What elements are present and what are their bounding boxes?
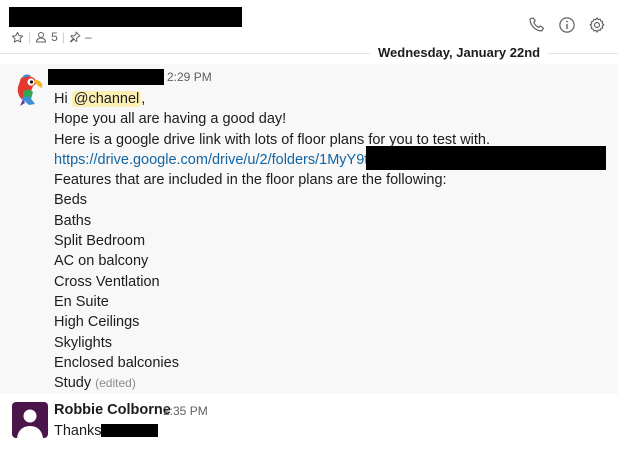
avatar[interactable] (12, 402, 48, 438)
message-time[interactable]: 2:35 PM (163, 404, 208, 418)
features-intro: Features that are included in the floor … (54, 172, 447, 189)
channel-mention[interactable]: @channel (71, 91, 142, 107)
message[interactable]: Robbie Colborne 2:35 PM Thanks (0, 394, 618, 450)
header-actions (528, 16, 606, 34)
redacted-name (101, 424, 158, 437)
feature-item: Skylights (54, 334, 113, 351)
message-text: Thanks (54, 423, 102, 439)
message-time[interactable]: 2:29 PM (167, 70, 212, 84)
channel-meta: | 5 | – (11, 30, 92, 44)
drive-link[interactable]: https://drive.google.com/drive/u/2/folde… (54, 152, 368, 168)
feature-item: High Ceilings (54, 314, 140, 331)
member-icon[interactable] (35, 31, 47, 43)
divider-date[interactable]: Wednesday, January 22nd (370, 44, 549, 62)
feature-item: Baths (54, 212, 92, 229)
greeting: Hi (54, 91, 68, 107)
redacted-channel-name (9, 7, 242, 27)
author-name[interactable]: Robbie Colborne (54, 402, 171, 418)
redacted-link-tail (366, 146, 606, 170)
parrot-avatar[interactable] (12, 72, 48, 108)
separator: | (61, 30, 65, 44)
gear-icon[interactable] (588, 16, 606, 34)
message-body: Thanks (54, 421, 102, 441)
greeting-line: Hi @channel, (54, 89, 614, 109)
feature-item: Study (54, 375, 92, 392)
phone-icon[interactable] (528, 16, 546, 34)
feature-item: AC on balcony (54, 253, 149, 270)
edited-label: (edited) (95, 376, 136, 391)
day-divider: Wednesday, January 22nd (0, 44, 618, 62)
pin-icon[interactable] (69, 31, 81, 43)
feature-item: En Suite (54, 293, 109, 310)
message-body: Hi @channel, Hope you all are having a g… (54, 89, 614, 393)
pin-count[interactable]: – (85, 30, 92, 44)
feature-item: Split Bedroom (54, 233, 146, 250)
message[interactable]: 2:29 PM Hi @channel, Hope you all are ha… (0, 64, 618, 394)
redacted-author-name (48, 69, 164, 85)
feature-item: Cross Ventlation (54, 273, 160, 290)
message-line: Hope you all are having a good day! (54, 111, 287, 128)
feature-item: Beds (54, 192, 88, 209)
separator: | (28, 30, 32, 44)
star-icon[interactable] (11, 31, 24, 44)
info-icon[interactable] (558, 16, 576, 34)
feature-item: Enclosed balconies (54, 354, 179, 371)
member-count[interactable]: 5 (51, 30, 58, 44)
greeting-end: , (141, 91, 146, 107)
